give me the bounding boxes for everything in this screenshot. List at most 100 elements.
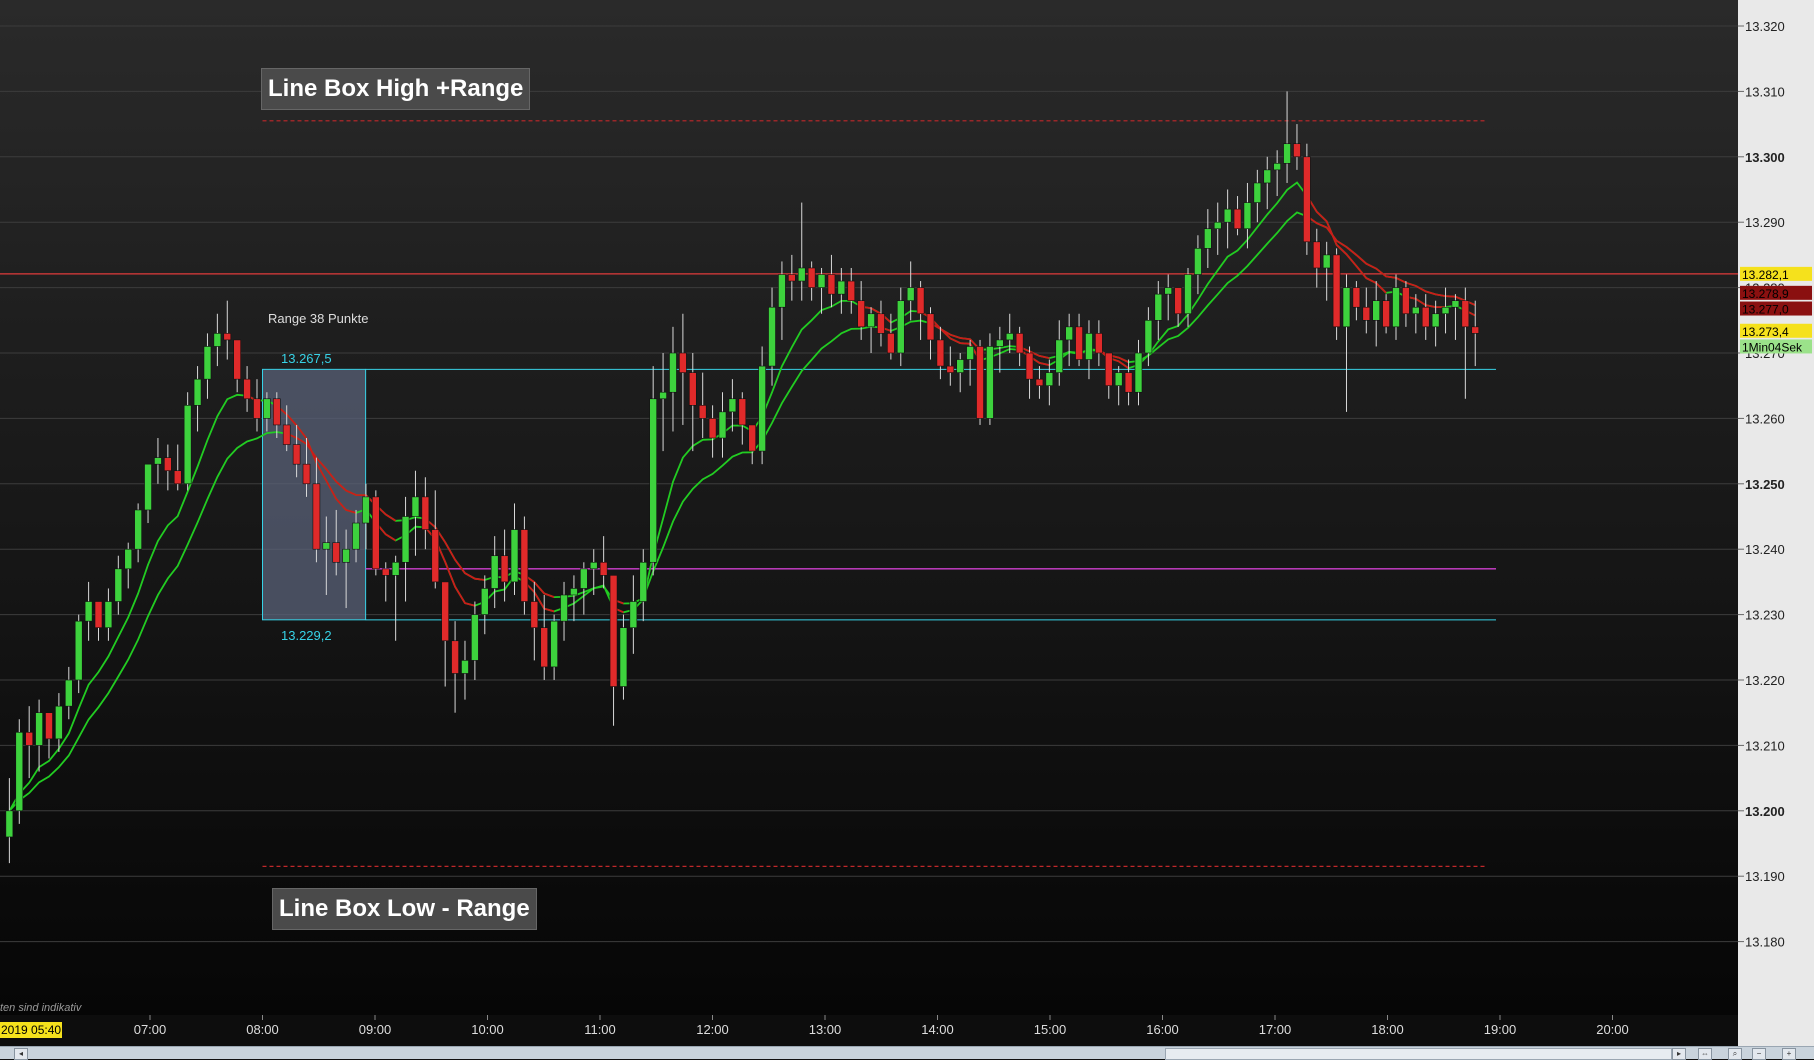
candle-down bbox=[708, 418, 717, 439]
scroll-right-icon[interactable]: ▸ bbox=[1672, 1048, 1686, 1060]
candle-down bbox=[916, 287, 925, 315]
candle-down bbox=[788, 274, 796, 282]
candle-up bbox=[144, 463, 152, 511]
candle-up bbox=[183, 405, 192, 485]
price-tag-label: 13.277,0 bbox=[1742, 303, 1789, 317]
x-tick-label: 14:00 bbox=[921, 1022, 954, 1037]
candle-down bbox=[25, 732, 33, 746]
zoom-in-icon[interactable]: + bbox=[1782, 1048, 1796, 1060]
candle-down bbox=[1025, 352, 1034, 380]
x-tick-label: 10:00 bbox=[471, 1022, 504, 1037]
candle-up bbox=[817, 274, 826, 288]
y-tick-label: 13.230 bbox=[1745, 608, 1785, 623]
range-label: Range 38 Punkte bbox=[268, 311, 369, 326]
x-tick-label: 09:00 bbox=[359, 1022, 392, 1037]
candle-up bbox=[1253, 182, 1262, 203]
candle-down bbox=[173, 470, 182, 485]
candle-up bbox=[580, 568, 588, 589]
candle-down bbox=[302, 463, 311, 485]
candle-up bbox=[1342, 287, 1351, 328]
candle-down bbox=[1233, 208, 1242, 230]
line-box-low-label: Line Box Low - Range bbox=[272, 888, 537, 930]
candle-up bbox=[193, 378, 202, 406]
x-tick-label: 08:00 bbox=[246, 1022, 279, 1037]
candle-up bbox=[1392, 287, 1400, 328]
price-tags: 13.282,1 13.278,9 13.277,0 13.273,41Min04Se… bbox=[1740, 266, 1812, 354]
candle-up bbox=[84, 601, 93, 622]
candle-down bbox=[272, 398, 281, 426]
candle-up bbox=[263, 398, 271, 419]
candle-down bbox=[1104, 352, 1113, 387]
candle-up bbox=[1451, 300, 1460, 308]
y-tick-label: 13.190 bbox=[1745, 869, 1785, 884]
candle-down bbox=[599, 561, 608, 576]
candle-down bbox=[381, 568, 390, 576]
candle-up bbox=[322, 542, 331, 550]
candle-up bbox=[837, 280, 846, 295]
candle-up bbox=[480, 588, 489, 615]
candle-down bbox=[1332, 254, 1341, 328]
candle-up bbox=[35, 712, 43, 746]
candle-up bbox=[1144, 319, 1153, 354]
x-tick-label: 17:00 bbox=[1259, 1022, 1292, 1037]
candle-down bbox=[807, 267, 816, 288]
candle-down bbox=[223, 333, 232, 341]
candle-down bbox=[827, 274, 836, 295]
x-tick-label: 16:00 bbox=[1146, 1022, 1179, 1037]
candle-up bbox=[669, 352, 677, 393]
candle-up bbox=[896, 300, 905, 354]
candle-up bbox=[906, 287, 915, 301]
scroll-left-icon[interactable]: ◂ bbox=[14, 1048, 28, 1060]
magnifier-icon[interactable]: ⌕ bbox=[1728, 1048, 1742, 1060]
candle-down bbox=[421, 496, 430, 530]
y-tick-label: 13.250 bbox=[1745, 477, 1785, 492]
candle-up bbox=[758, 365, 766, 452]
candle-up bbox=[104, 601, 113, 628]
candle-down bbox=[282, 424, 291, 445]
y-tick-label: 13.310 bbox=[1745, 84, 1785, 99]
candle-down bbox=[1362, 306, 1371, 321]
candle-down bbox=[500, 555, 509, 583]
candle-down bbox=[946, 365, 955, 373]
candle-down bbox=[45, 712, 53, 740]
candle-down bbox=[847, 280, 856, 301]
candle-up bbox=[1114, 372, 1123, 386]
x-tick-label: 18:00 bbox=[1371, 1022, 1404, 1037]
candle-up bbox=[1243, 202, 1252, 230]
x-tick-label: 13:00 bbox=[809, 1022, 842, 1037]
candle-down bbox=[857, 300, 865, 328]
horizontal-scrollbar[interactable]: ◂ ▸ ⇔ ⌕ − + bbox=[0, 1046, 1814, 1060]
price-tag-label: 13.278,9 bbox=[1742, 287, 1789, 301]
candle-up bbox=[461, 660, 469, 674]
candle-up bbox=[867, 313, 875, 328]
candle-up bbox=[490, 555, 499, 589]
candle-up bbox=[114, 568, 123, 602]
candle-down bbox=[233, 339, 241, 380]
candle-down bbox=[877, 313, 885, 334]
candle-up bbox=[391, 561, 400, 576]
candle-up bbox=[1184, 274, 1192, 315]
x-tick-label: 12:00 bbox=[696, 1022, 729, 1037]
candle-up bbox=[134, 509, 142, 550]
candle-up bbox=[5, 810, 14, 838]
candle-up bbox=[619, 627, 628, 687]
x-tick-label: 19:00 bbox=[1484, 1022, 1517, 1037]
candle-down bbox=[679, 352, 687, 373]
candle-up bbox=[659, 391, 667, 400]
zoom-out-icon[interactable]: − bbox=[1752, 1048, 1766, 1060]
candle-down bbox=[1035, 378, 1044, 387]
y-tick-label: 13.290 bbox=[1745, 215, 1785, 230]
scrollbar-thumb[interactable] bbox=[1165, 1048, 1672, 1060]
candle-up bbox=[401, 516, 410, 563]
candle-up bbox=[471, 614, 479, 661]
candle-down bbox=[164, 457, 172, 472]
box-low-value-label: 13.229,2 bbox=[281, 628, 332, 643]
candle-up bbox=[1213, 221, 1222, 230]
zoom-fit-icon[interactable]: ⇔ bbox=[1698, 1048, 1712, 1060]
y-tick-label: 13.300 bbox=[1745, 150, 1785, 165]
candle-up bbox=[778, 274, 786, 308]
candle-down bbox=[372, 496, 380, 570]
candle-up bbox=[154, 457, 162, 465]
candle-down bbox=[1015, 333, 1024, 354]
candle-down bbox=[887, 333, 895, 354]
